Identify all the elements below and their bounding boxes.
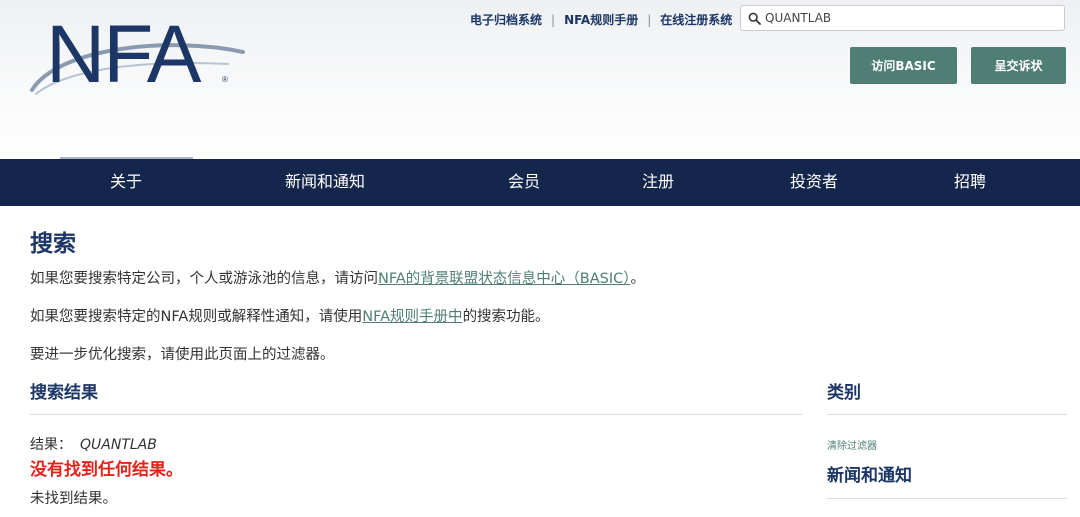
intro-basic: 如果您要搜索特定公司，个人或游泳池的信息，请访问NFA的背景联盟状态信息中心（B… <box>30 271 645 287</box>
search-input[interactable] <box>765 8 1055 28</box>
divider: | <box>551 12 556 27</box>
not-found-text: 未找到结果。 <box>30 491 117 507</box>
svg-text:®: ® <box>222 75 228 84</box>
link-rulebook[interactable]: NFA规则手册 <box>564 11 638 28</box>
nfa-logo[interactable]: NFA ® <box>28 8 248 103</box>
results-label: 结果： <box>30 437 72 453</box>
results-summary: 结果： QUANTLAB <box>30 434 157 454</box>
divider <box>30 414 802 415</box>
nav-item-investors[interactable]: 投资者 <box>790 159 838 206</box>
nav-item-careers[interactable]: 招聘 <box>954 159 986 206</box>
nav-item-registration[interactable]: 注册 <box>642 159 674 206</box>
basic-link[interactable]: NFA的背景联盟状态信息中心（BASIC） <box>378 271 631 287</box>
category-news[interactable]: 新闻和通知 <box>827 461 912 486</box>
nav-item-news[interactable]: 新闻和通知 <box>285 159 365 206</box>
category-heading: 类别 <box>827 383 861 403</box>
rulebook-link[interactable]: NFA规则手册中 <box>362 309 462 325</box>
link-e-filing[interactable]: 电子归档系统 <box>470 11 542 28</box>
page-title: 搜索 <box>30 231 76 257</box>
link-online-registration[interactable]: 在线注册系统 <box>660 11 732 28</box>
results-query: QUANTLAB <box>80 437 157 453</box>
logo-text: NFA <box>46 9 202 100</box>
site-search <box>740 5 1065 31</box>
search-icon <box>748 12 761 25</box>
nav-item-about[interactable]: 关于 <box>110 159 142 206</box>
divider <box>827 498 1067 499</box>
clear-filter-link[interactable]: 清除过滤器 <box>827 437 877 452</box>
submit-complaint-button[interactable]: 呈交诉状 <box>971 47 1066 84</box>
no-results-message: 没有找到任何结果。 <box>30 460 183 480</box>
intro-filters: 要进一步优化搜索，请使用此页面上的过滤器。 <box>30 347 335 363</box>
results-heading: 搜索结果 <box>30 383 98 403</box>
main-nav: 关于 新闻和通知 会员 注册 投资者 招聘 <box>0 159 1080 206</box>
site-header: NFA ® 电子归档系统 | NFA规则手册 | 在线注册系统 访问BASIC … <box>0 0 1080 160</box>
divider: | <box>647 12 652 27</box>
intro-rulebook: 如果您要搜索特定的NFA规则或解释性通知，请使用NFA规则手册中的搜索功能。 <box>30 309 550 325</box>
nav-item-members[interactable]: 会员 <box>508 159 540 206</box>
utility-links: 电子归档系统 | NFA规则手册 | 在线注册系统 <box>470 11 732 28</box>
visit-basic-button[interactable]: 访问BASIC <box>850 47 957 84</box>
divider <box>827 414 1067 415</box>
